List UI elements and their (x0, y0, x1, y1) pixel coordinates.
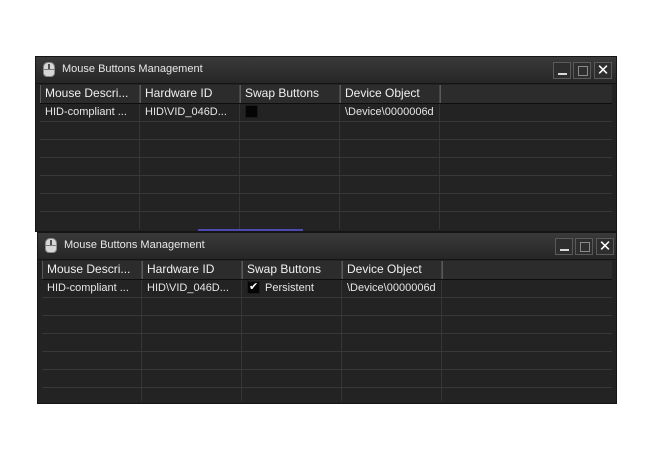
scroll-indicator[interactable] (198, 229, 303, 231)
mouse-buttons-window-2: Mouse Buttons Management ✕ Mouse Descri.… (37, 232, 617, 404)
minimize-button[interactable] (553, 62, 571, 79)
swap-buttons-checkbox[interactable] (247, 280, 260, 295)
cell-swap-buttons (240, 104, 340, 121)
empty-row (42, 388, 612, 401)
cell-mouse-description: HID-compliant ... (40, 104, 140, 121)
cell-empty (440, 104, 612, 121)
empty-row (40, 140, 612, 158)
column-header-swap-buttons[interactable]: Swap Buttons (242, 261, 342, 279)
empty-row (42, 316, 612, 334)
column-header-hardware-id[interactable]: Hardware ID (140, 85, 240, 103)
cell-device-object: \Device\0000006d (340, 104, 440, 121)
table-header: Mouse Descri... Hardware ID Swap Buttons… (40, 85, 612, 104)
title-bar[interactable]: Mouse Buttons Management ✕ (36, 57, 616, 84)
empty-row (40, 158, 612, 176)
window-title: Mouse Buttons Management (62, 63, 203, 75)
column-header-empty[interactable] (442, 261, 612, 279)
close-button[interactable]: ✕ (594, 62, 612, 79)
table-row[interactable]: HID-compliant ... HID\VID_046D... Persis… (42, 280, 612, 298)
column-header-mouse-description[interactable]: Mouse Descri... (40, 85, 140, 103)
mouse-buttons-window-1: Mouse Buttons Management ✕ Mouse Descri.… (35, 56, 617, 232)
maximize-button[interactable] (575, 238, 593, 255)
cell-mouse-description: HID-compliant ... (42, 280, 142, 297)
empty-row (42, 370, 612, 388)
cell-empty (442, 280, 612, 297)
maximize-button[interactable] (573, 62, 591, 79)
cell-device-object: \Device\0000006d (342, 280, 442, 297)
window-title: Mouse Buttons Management (64, 239, 205, 251)
cell-hardware-id: HID\VID_046D... (142, 280, 242, 297)
column-header-device-object[interactable]: Device Object (340, 85, 440, 103)
table-row[interactable]: HID-compliant ... HID\VID_046D... \Devic… (40, 104, 612, 122)
empty-row (40, 122, 612, 140)
column-header-hardware-id[interactable]: Hardware ID (142, 261, 242, 279)
column-header-empty[interactable] (440, 85, 612, 103)
device-table: Mouse Descri... Hardware ID Swap Buttons… (42, 261, 612, 401)
column-header-mouse-description[interactable]: Mouse Descri... (42, 261, 142, 279)
column-header-device-object[interactable]: Device Object (342, 261, 442, 279)
empty-row (42, 352, 612, 370)
device-table: Mouse Descri... Hardware ID Swap Buttons… (40, 85, 612, 229)
close-button[interactable]: ✕ (596, 238, 614, 255)
empty-row (42, 334, 612, 352)
mouse-icon (45, 238, 57, 253)
minimize-button[interactable] (555, 238, 573, 255)
column-header-swap-buttons[interactable]: Swap Buttons (240, 85, 340, 103)
title-bar[interactable]: Mouse Buttons Management ✕ (38, 233, 616, 260)
empty-row (40, 212, 612, 229)
empty-row (42, 298, 612, 316)
swap-buttons-checkbox[interactable] (245, 104, 258, 118)
table-header: Mouse Descri... Hardware ID Swap Buttons… (42, 261, 612, 280)
empty-row (40, 176, 612, 194)
cell-hardware-id: HID\VID_046D... (140, 104, 240, 121)
mouse-icon (43, 62, 55, 77)
cell-swap-buttons: Persistent (242, 280, 342, 297)
swap-buttons-label: Persistent (265, 282, 314, 294)
empty-row (40, 194, 612, 212)
